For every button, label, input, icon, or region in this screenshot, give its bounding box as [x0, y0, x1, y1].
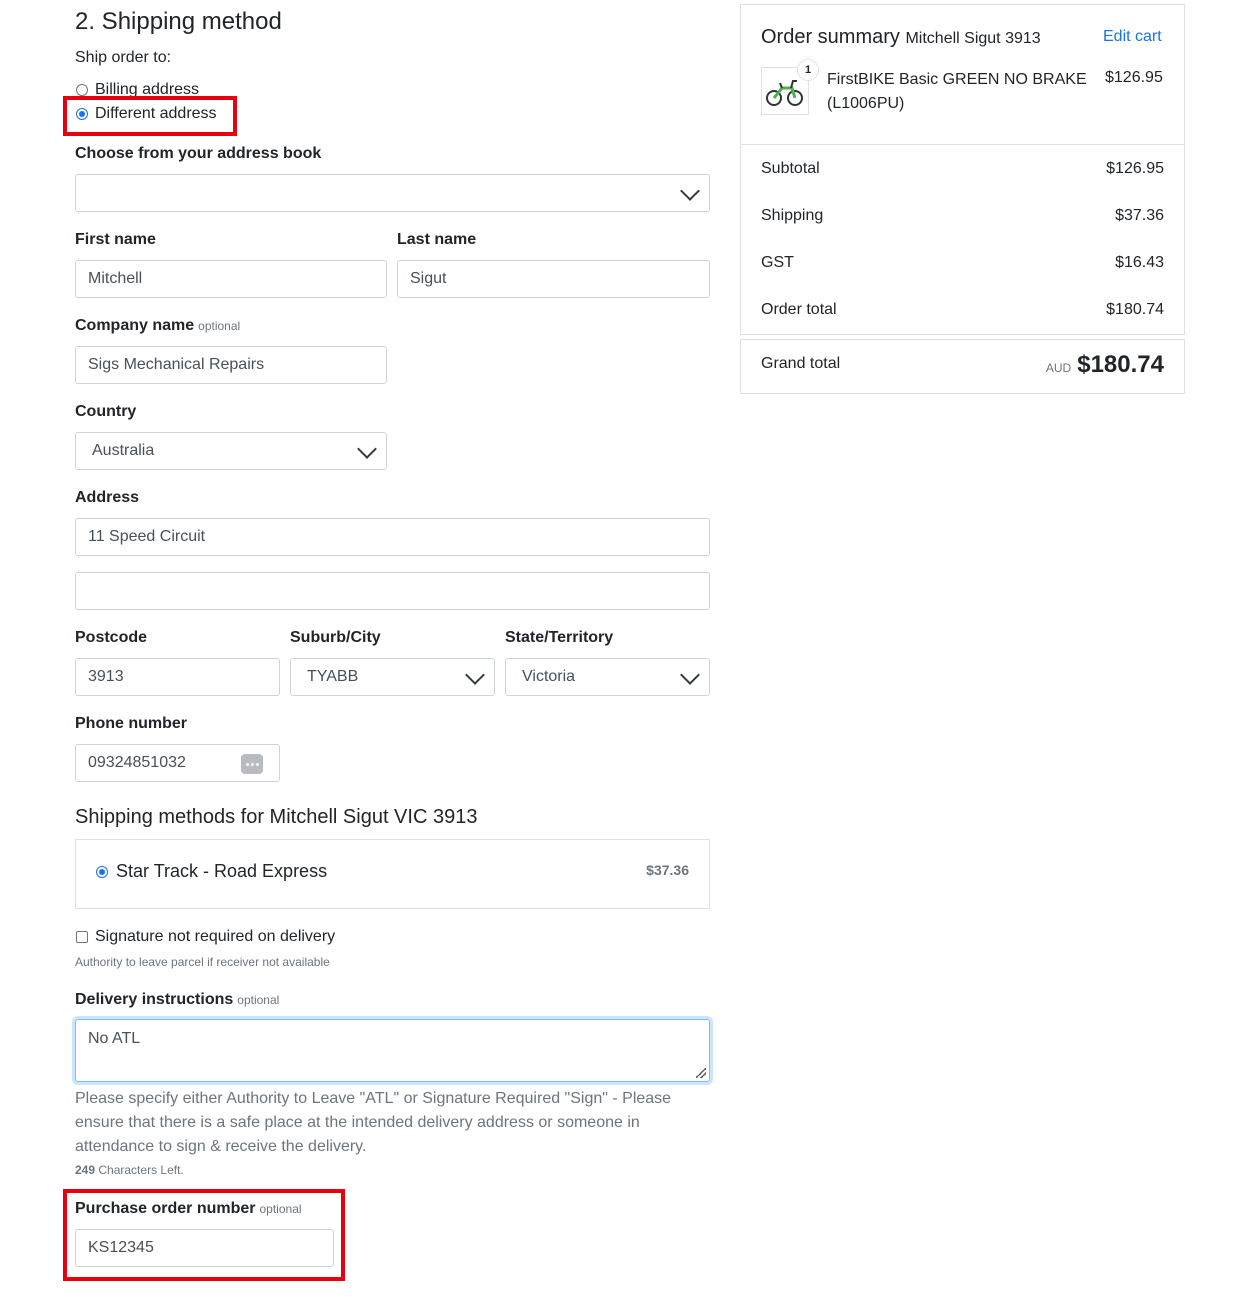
signature-help: Authority to leave parcel if receiver no…: [75, 955, 330, 969]
shipping-method-price: $37.36: [646, 862, 689, 878]
delivery-help: Please specify either Authority to Leave…: [75, 1090, 672, 1155]
signature-checkbox[interactable]: [76, 931, 88, 943]
address-book-label: Choose from your address book: [75, 145, 322, 162]
summary-divider: [741, 144, 1184, 145]
signature-label[interactable]: Signature not required on delivery: [95, 928, 335, 946]
grand-total-value: AUD $180.74: [1045, 351, 1164, 378]
order-summary-customer: Mitchell Sigut 3913: [905, 30, 1041, 47]
gst-row: GST $16.43: [761, 254, 1164, 271]
address-book-select[interactable]: [75, 174, 710, 212]
phone-field[interactable]: 09324851032: [75, 744, 280, 782]
address-line1-field[interactable]: 11 Speed Circuit: [75, 518, 710, 556]
state-label: State/Territory: [505, 629, 614, 646]
chevron-down-icon: [465, 665, 485, 685]
item-name: FirstBIKE Basic GREEN NO BRAKE (L1006PU): [827, 71, 1087, 112]
resize-handle-icon[interactable]: [696, 1068, 706, 1078]
chevron-down-icon: [357, 439, 377, 459]
optional-tag: optional: [237, 993, 280, 1007]
address-line2-field[interactable]: [75, 572, 710, 610]
billing-address-radio[interactable]: [76, 84, 88, 96]
chevron-down-icon: [680, 181, 700, 201]
phone-label: Phone number: [75, 715, 188, 732]
section-title: 2. Shipping method: [75, 8, 282, 35]
postcode-label: Postcode: [75, 629, 148, 646]
shipping-row: Shipping $37.36: [761, 207, 1164, 224]
state-select[interactable]: Victoria: [505, 658, 710, 696]
company-label: Company name optional: [75, 317, 241, 334]
last-name-field[interactable]: Sigut: [397, 260, 710, 298]
currency-code: AUD: [1045, 361, 1072, 375]
item-quantity-badge: 1: [797, 59, 819, 81]
highlight-box-different-address: [63, 96, 237, 136]
edit-cart-link[interactable]: Edit cart: [1103, 28, 1162, 46]
last-name-label: Last name: [397, 231, 477, 248]
address-label: Address: [75, 489, 140, 506]
postcode-field[interactable]: 3913: [75, 658, 280, 696]
order-summary-title: Order summary Mitchell Sigut 3913: [761, 26, 1041, 48]
subtotal-row: Subtotal $126.95: [761, 160, 1164, 177]
order-total-row: Order total $180.74: [761, 301, 1164, 318]
autofill-dots-icon[interactable]: [241, 754, 263, 774]
suburb-select[interactable]: TYABB: [290, 658, 495, 696]
chevron-down-icon: [680, 665, 700, 685]
grand-total-label: Grand total: [761, 355, 841, 372]
shipping-methods-title: Shipping methods for Mitchell Sigut VIC …: [75, 806, 478, 828]
country-label: Country: [75, 403, 137, 420]
shipping-method-name: Star Track - Road Express: [116, 861, 328, 881]
delivery-instructions-textarea[interactable]: No ATL: [75, 1019, 710, 1082]
ship-to-label: Ship order to:: [75, 49, 172, 66]
characters-left: 249 Characters Left.: [75, 1163, 184, 1177]
shipping-method-option[interactable]: Star Track - Road Express $37.36: [75, 839, 710, 909]
delivery-label: Delivery instructions optional: [75, 991, 280, 1008]
suburb-label: Suburb/City: [290, 629, 381, 646]
shipping-method-radio[interactable]: [96, 866, 108, 878]
first-name-label: First name: [75, 231, 156, 248]
item-price: $126.95: [1105, 69, 1163, 86]
optional-tag: optional: [198, 319, 241, 333]
highlight-box-po-number: [63, 1189, 345, 1281]
company-field[interactable]: Sigs Mechanical Repairs: [75, 346, 387, 384]
country-select[interactable]: Australia: [75, 432, 387, 470]
first-name-field[interactable]: Mitchell: [75, 260, 387, 298]
